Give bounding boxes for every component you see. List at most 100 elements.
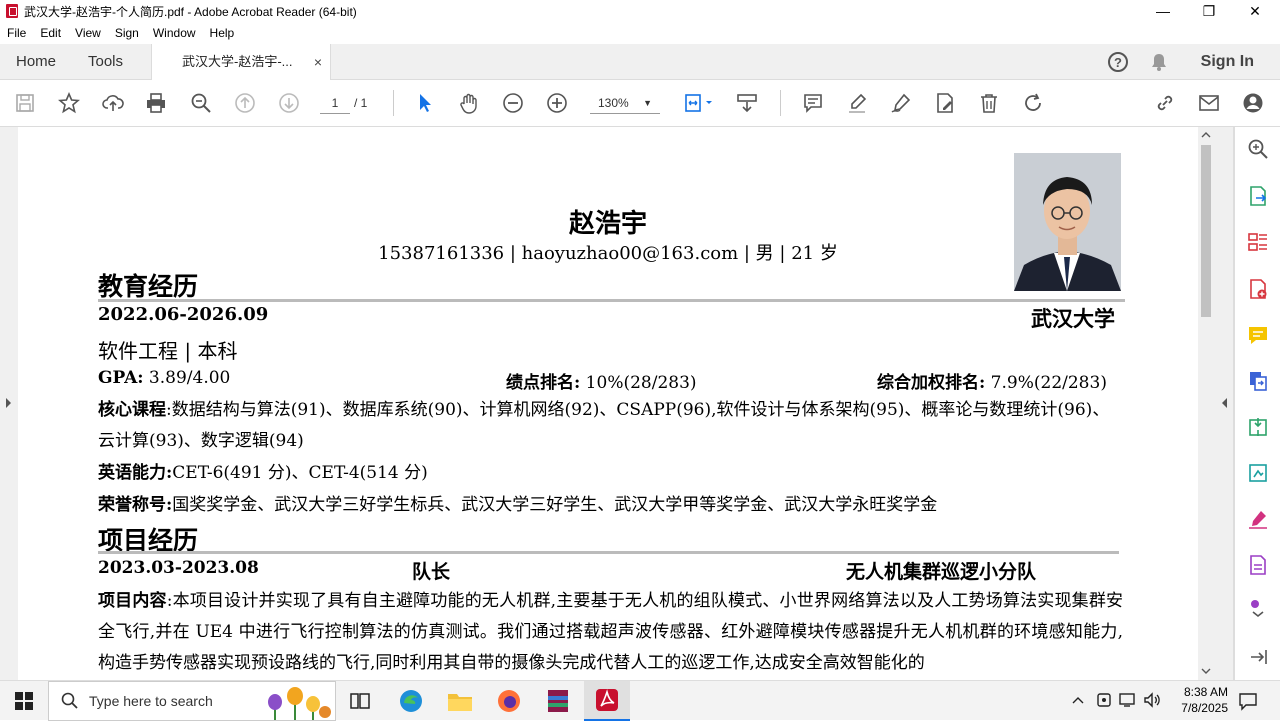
- windows-start-icon[interactable]: [10, 687, 38, 715]
- organize-pages-icon[interactable]: [1246, 230, 1270, 254]
- honors-value: 国奖奖学金、武汉大学三好学生标兵、武汉大学三好学生、武汉大学甲等奖学金、武汉大学…: [172, 495, 938, 515]
- export-pdf-icon[interactable]: [1246, 184, 1270, 208]
- menu-window[interactable]: Window: [146, 26, 203, 40]
- upload-cloud-icon[interactable]: [100, 90, 126, 116]
- english-label: 英语能力:: [98, 463, 173, 483]
- save-icon[interactable]: [12, 90, 38, 116]
- education-major: 软件工程 | 本科: [98, 339, 238, 363]
- sign-in-button[interactable]: Sign In: [1201, 44, 1254, 79]
- bookmark-star-icon[interactable]: [56, 90, 82, 116]
- project-content-text: :本项目设计并实现了具有自主避障功能的无人机群,主要基于无人机的组队模式、小世界…: [98, 591, 1123, 673]
- english-ability: 英语能力:CET-6(491 分)、CET-4(514 分): [98, 458, 1123, 489]
- right-panel-toggle[interactable]: [1214, 127, 1234, 680]
- zoom-search-icon[interactable]: [188, 90, 214, 116]
- notification-bell-icon[interactable]: [1149, 52, 1169, 72]
- previous-page-icon[interactable]: [232, 90, 258, 116]
- delete-trash-icon[interactable]: [976, 90, 1002, 116]
- zoom-level-select[interactable]: 130% ▼: [590, 92, 660, 114]
- compress-pdf-icon[interactable]: [1246, 415, 1270, 439]
- winrar-icon[interactable]: [544, 687, 572, 715]
- vertical-scrollbar[interactable]: [1198, 127, 1214, 680]
- resume-name: 赵浩宇: [568, 209, 647, 239]
- project-content: 项目内容:本项目设计并实现了具有自主避障功能的无人机群,主要基于无人机的组队模式…: [98, 586, 1123, 679]
- comment-icon[interactable]: [800, 90, 826, 116]
- page-fit-icon[interactable]: [682, 90, 716, 116]
- close-window-button[interactable]: ✕: [1232, 0, 1278, 22]
- core-courses: 核心课程:数据结构与算法(91)、数据库系统(90)、计算机网络(92)、CSA…: [98, 395, 1123, 457]
- more-tools-icon[interactable]: [1246, 595, 1270, 619]
- project-role: 队长: [412, 561, 451, 583]
- protect-pdf-icon[interactable]: [1246, 553, 1270, 577]
- edit-document-icon[interactable]: [932, 90, 958, 116]
- combine-files-icon[interactable]: [1246, 369, 1270, 393]
- menu-view[interactable]: View: [68, 26, 108, 40]
- network-icon[interactable]: [1119, 692, 1137, 708]
- education-heading: 教育经历: [98, 272, 199, 301]
- system-clock[interactable]: 8:38 AM 7/8/2025: [1181, 684, 1228, 716]
- comment-tool-icon[interactable]: [1246, 323, 1270, 347]
- scrollbar-thumb[interactable]: [1201, 145, 1211, 317]
- tab-tools[interactable]: Tools: [88, 44, 123, 79]
- tab-home[interactable]: Home: [16, 44, 56, 79]
- left-panel-toggle[interactable]: [0, 127, 18, 680]
- edge-browser-icon[interactable]: [397, 687, 425, 715]
- next-page-icon[interactable]: [276, 90, 302, 116]
- document-viewport: 赵浩宇 15387161336 | haoyuzhao00@163.com | …: [0, 127, 1234, 680]
- window-title: 武汉大学-赵浩宇-个人简历.pdf - Adobe Acrobat Reader…: [24, 4, 357, 19]
- share-link-icon[interactable]: [1152, 90, 1178, 116]
- weighted-rank-value: 7.9%(22/283): [985, 373, 1107, 393]
- firefox-icon[interactable]: [495, 687, 523, 715]
- help-icon[interactable]: ?: [1107, 51, 1129, 73]
- page-number-input[interactable]: 1: [320, 92, 350, 114]
- project-dates: 2023.03-2023.08: [98, 558, 259, 578]
- taskbar: Type here to search 8:38 AM 7/8/2025: [0, 680, 1280, 721]
- gpa-label: GPA:: [98, 368, 144, 388]
- create-pdf-icon[interactable]: [1246, 277, 1270, 301]
- menu-file[interactable]: File: [0, 26, 33, 40]
- rotate-icon[interactable]: [1020, 90, 1046, 116]
- fill-sign-icon[interactable]: [1246, 507, 1270, 531]
- scroll-mode-icon[interactable]: [734, 90, 760, 116]
- courses-value: :数据结构与算法(91)、数据库系统(90)、计算机网络(92)、CSAPP(9…: [98, 400, 1110, 451]
- svg-text:?: ?: [1114, 55, 1122, 70]
- toolbar-divider: [780, 90, 781, 116]
- pdf-page: 赵浩宇 15387161336 | haoyuzhao00@163.com | …: [18, 127, 1198, 680]
- security-icon[interactable]: [1096, 692, 1112, 708]
- taskbar-search-input[interactable]: Type here to search: [48, 681, 336, 721]
- email-icon[interactable]: [1196, 90, 1222, 116]
- right-tools-panel: [1234, 127, 1280, 680]
- menu-help[interactable]: Help: [203, 26, 242, 40]
- print-icon[interactable]: [143, 90, 169, 116]
- file-explorer-icon[interactable]: [446, 687, 474, 715]
- volume-icon[interactable]: [1143, 692, 1161, 708]
- menu-edit[interactable]: Edit: [33, 26, 68, 40]
- education-dates: 2022.06-2026.09: [98, 304, 269, 325]
- minimize-button[interactable]: —: [1140, 0, 1186, 22]
- tab-document[interactable]: 武汉大学-赵浩宇-... ×: [151, 44, 331, 80]
- tab-document-label: 武汉大学-赵浩宇-...: [182, 54, 293, 69]
- zoom-in-icon[interactable]: [544, 90, 570, 116]
- search-zoom-icon[interactable]: [1246, 137, 1270, 161]
- search-icon: [61, 692, 78, 709]
- weighted-rank-label: 综合加权排名:: [877, 373, 986, 393]
- select-cursor-icon[interactable]: [412, 90, 438, 116]
- courses-label: 核心课程: [98, 400, 166, 420]
- collapse-panel-icon[interactable]: [1246, 645, 1270, 669]
- menu-bar: File Edit View Sign Window Help: [0, 22, 1280, 44]
- highlight-pen-icon[interactable]: [844, 90, 870, 116]
- acrobat-taskbar-icon[interactable]: [584, 681, 630, 721]
- chevron-up-icon[interactable]: [1072, 695, 1084, 705]
- tab-close-icon[interactable]: ×: [314, 44, 322, 80]
- notifications-icon[interactable]: [1238, 691, 1258, 711]
- zoom-out-icon[interactable]: [500, 90, 526, 116]
- clock-time: 8:38 AM: [1183, 685, 1228, 699]
- menu-sign[interactable]: Sign: [108, 26, 146, 40]
- toolbar-divider: [393, 90, 394, 116]
- scan-ocr-icon[interactable]: [1246, 461, 1270, 485]
- draw-sign-icon[interactable]: [888, 90, 914, 116]
- task-view-icon[interactable]: [346, 687, 374, 715]
- page-total: / 1: [354, 96, 368, 110]
- hand-tool-icon[interactable]: [456, 90, 482, 116]
- add-user-icon[interactable]: [1240, 90, 1266, 116]
- maximize-button[interactable]: ❐: [1186, 0, 1232, 22]
